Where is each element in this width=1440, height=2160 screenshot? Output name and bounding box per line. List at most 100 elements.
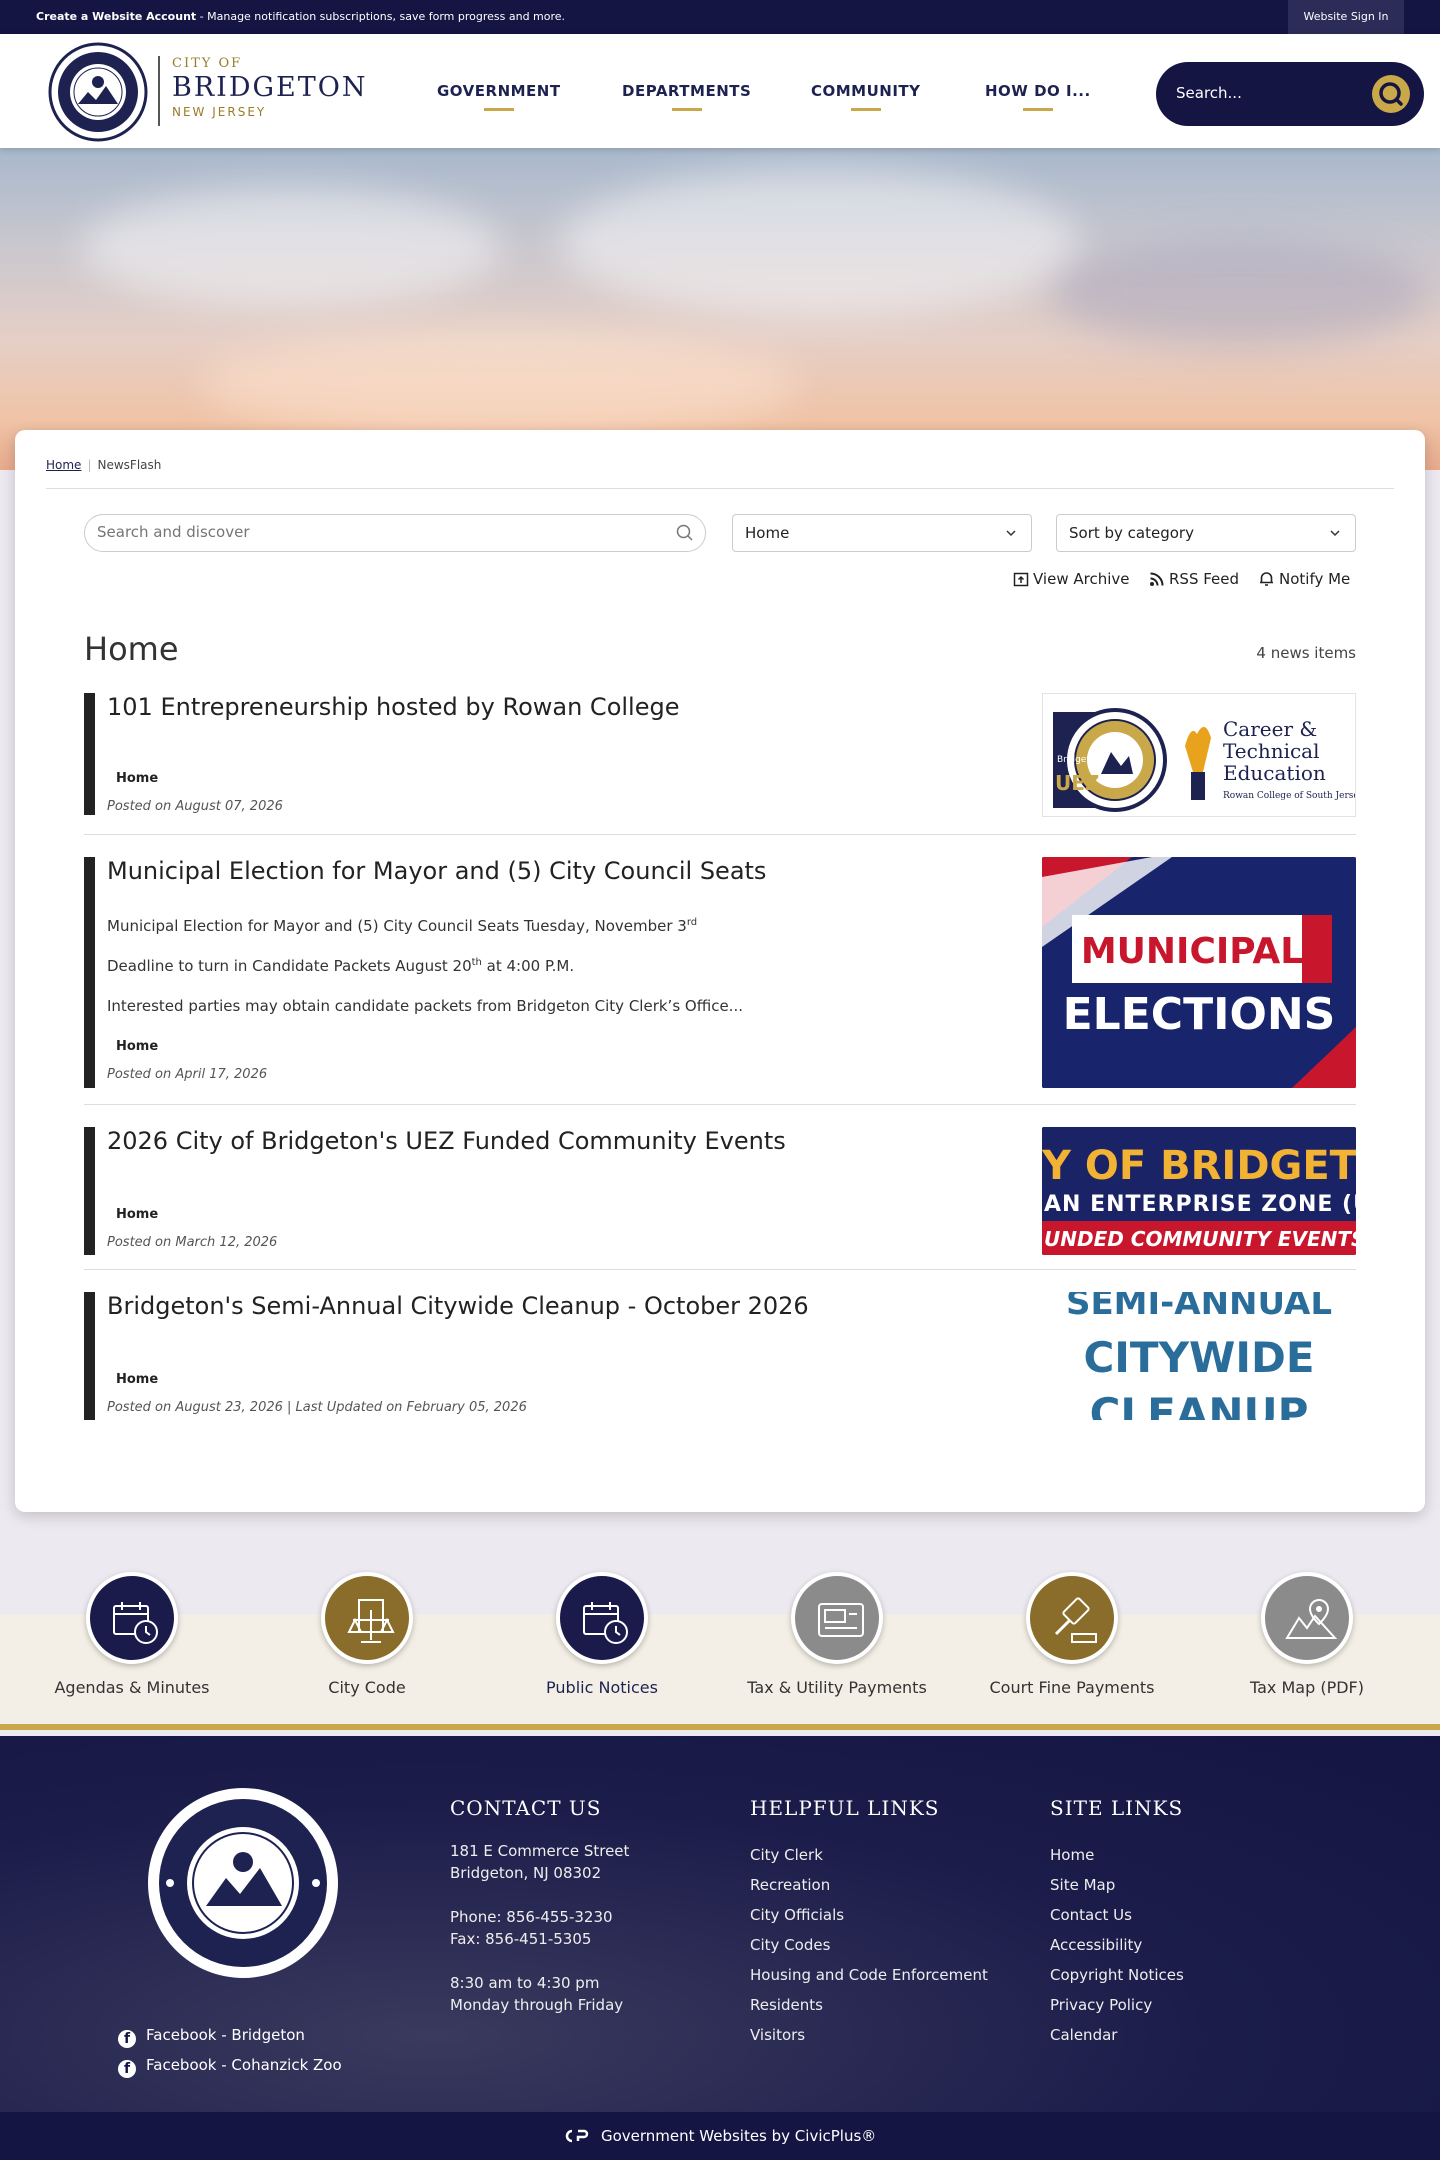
footer-link-city-officials[interactable]: City Officials (750, 1900, 988, 1930)
news-item: Municipal Election for Mayor and (5) Cit… (84, 857, 1356, 1105)
news-category: Home (116, 1372, 159, 1387)
site-search[interactable]: Search... (1156, 62, 1424, 126)
payment-card-icon (791, 1572, 883, 1664)
news-item: 101 Entrepreneurship hosted by Rowan Col… (84, 693, 1356, 835)
footer-link-privacy-policy[interactable]: Privacy Policy (1050, 1990, 1184, 2020)
category-select-value: Home (745, 524, 790, 542)
city-wordmark[interactable]: CITY OF BRIDGETON NEW JERSEY (158, 56, 368, 126)
nav-how-do-i[interactable]: HOW DO I... (985, 82, 1091, 111)
gavel-icon (1026, 1572, 1118, 1664)
scales-document-icon (321, 1572, 413, 1664)
news-thumbnail-uez-cte[interactable]: Bridgeton UEZ Career & Technical Educati… (1042, 693, 1356, 817)
item-accent-bar (84, 1292, 95, 1420)
rss-feed-link[interactable]: RSS Feed (1149, 570, 1239, 588)
news-thumbnail-uez-events[interactable]: Y OF BRIDGETO AN ENTERPRISE ZONE (U UNDE… (1042, 1127, 1356, 1255)
city-seal-logo[interactable] (48, 42, 148, 142)
quick-link-label: Court Fine Payments (989, 1678, 1155, 1697)
svg-text:Bridgeton: Bridgeton (1057, 755, 1101, 765)
nav-departments[interactable]: DEPARTMENTS (622, 82, 751, 111)
sort-select[interactable]: Sort by category (1056, 514, 1356, 552)
svg-text:MUNICIPAL: MUNICIPAL (1081, 931, 1303, 972)
news-item: 2026 City of Bridgeton's UEZ Funded Comm… (84, 1127, 1356, 1270)
sort-select-value: Sort by category (1069, 524, 1194, 542)
search-icon[interactable] (675, 523, 695, 543)
footer-fax: Fax: 856-451-5305 (450, 1930, 592, 1948)
quick-link-public-notices[interactable]: Public Notices (502, 1572, 702, 1697)
website-sign-in-button[interactable]: Website Sign In (1288, 0, 1404, 34)
quick-link-label: Tax Map (PDF) (1250, 1678, 1364, 1697)
breadcrumb-home-link[interactable]: Home (46, 458, 81, 472)
news-title-link[interactable]: Bridgeton's Semi-Annual Citywide Cleanup… (107, 1292, 809, 1320)
footer-contact-us: CONTACT US 181 E Commerce Street Bridget… (450, 1796, 629, 2016)
bell-icon (1260, 572, 1273, 586)
logo-city-of: CITY OF (172, 56, 243, 71)
news-category: Home (116, 1207, 159, 1222)
footer-link-site-map[interactable]: Site Map (1050, 1870, 1184, 1900)
rss-icon (1150, 572, 1164, 586)
footer-link-home[interactable]: Home (1050, 1840, 1184, 1870)
footer-link-residents[interactable]: Residents (750, 1990, 988, 2020)
news-title-link[interactable]: 101 Entrepreneurship hosted by Rowan Col… (107, 693, 679, 721)
quick-link-label: Public Notices (546, 1678, 658, 1697)
news-search-box[interactable] (84, 514, 706, 552)
chevron-down-icon (1330, 530, 1340, 537)
footer-link-copyright-notices[interactable]: Copyright Notices (1050, 1960, 1184, 1990)
section-title: Home (84, 630, 179, 668)
news-posted-date: Posted on August 07, 2026 (107, 799, 283, 814)
svg-text:AN ENTERPRISE ZONE (U: AN ENTERPRISE ZONE (U (1044, 1192, 1356, 1217)
facebook-icon: f (118, 2030, 136, 2048)
quick-link-label: City Code (328, 1678, 406, 1697)
civicplus-logo-icon (564, 2127, 595, 2145)
svg-text:UEZ: UEZ (1055, 771, 1099, 795)
footer-link-housing-code-enforcement[interactable]: Housing and Code Enforcement (750, 1960, 988, 1990)
quick-link-label: Tax & Utility Payments (747, 1678, 927, 1697)
footer-link-calendar[interactable]: Calendar (1050, 2020, 1184, 2050)
category-select[interactable]: Home (732, 514, 1032, 552)
quick-link-tax-map-pdf[interactable]: Tax Map (PDF) (1207, 1572, 1407, 1697)
svg-text:Y OF BRIDGETO: Y OF BRIDGETO (1042, 1143, 1356, 1189)
footer-link-recreation[interactable]: Recreation (750, 1870, 988, 1900)
footer-link-city-codes[interactable]: City Codes (750, 1930, 988, 1960)
nav-government[interactable]: GOVERNMENT (437, 82, 561, 111)
civicplus-credit-link[interactable]: Government Websites by CivicPlus® (601, 2127, 876, 2145)
news-thumbnail-municipal-elections[interactable]: MUNICIPAL ELECTIONS (1042, 857, 1356, 1088)
uez-events-banner-image: Y OF BRIDGETO AN ENTERPRISE ZONE (U UNDE… (1042, 1127, 1356, 1255)
footer-helpful-links: HELPFUL LINKS City Clerk Recreation City… (750, 1796, 988, 2050)
uez-cte-logo-image: Bridgeton UEZ Career & Technical Educati… (1053, 708, 1356, 812)
footer-address: 181 E Commerce Street (450, 1842, 630, 1860)
footer-link-accessibility[interactable]: Accessibility (1050, 1930, 1184, 1960)
news-thumbnail-citywide-cleanup[interactable]: SEMI-ANNUAL CITYWIDE CLEANUP (1042, 1292, 1356, 1420)
footer-link-visitors[interactable]: Visitors (750, 2020, 988, 2050)
news-category: Home (116, 771, 159, 786)
news-title-link[interactable]: Municipal Election for Mayor and (5) Cit… (107, 857, 766, 885)
facebook-cohanzick-zoo-link[interactable]: f Facebook - Cohanzick Zoo (118, 2056, 342, 2078)
quick-link-label: Agendas & Minutes (54, 1678, 210, 1697)
view-archive-link[interactable]: View Archive (1013, 570, 1130, 588)
footer-link-city-clerk[interactable]: City Clerk (750, 1840, 988, 1870)
quick-link-agendas-minutes[interactable]: Agendas & Minutes (32, 1572, 232, 1697)
svg-text:Rowan College of South Jersey: Rowan College of South Jersey (1223, 791, 1356, 801)
svg-text:ELECTIONS: ELECTIONS (1063, 989, 1336, 1040)
svg-text:Education: Education (1223, 761, 1326, 785)
news-title-link[interactable]: 2026 City of Bridgeton's UEZ Funded Comm… (107, 1127, 786, 1155)
quick-link-court-fine-payments[interactable]: Court Fine Payments (972, 1572, 1172, 1697)
create-account-link[interactable]: Create a Website Account - Manage notifi… (36, 10, 565, 23)
news-search-input[interactable] (97, 523, 657, 541)
chevron-down-icon (1006, 530, 1016, 537)
footer-link-contact-us[interactable]: Contact Us (1050, 1900, 1184, 1930)
svg-text:Career &: Career & (1223, 717, 1317, 741)
footer-heading: HELPFUL LINKS (750, 1796, 940, 1820)
search-button[interactable] (1372, 75, 1410, 113)
municipal-elections-image: MUNICIPAL ELECTIONS (1042, 857, 1356, 1088)
facebook-bridgeton-link[interactable]: f Facebook - Bridgeton (118, 2026, 305, 2048)
quick-link-city-code[interactable]: City Code (267, 1572, 467, 1697)
news-item: Bridgeton's Semi-Annual Citywide Cleanup… (84, 1292, 1356, 1420)
quick-link-tax-utility-payments[interactable]: Tax & Utility Payments (737, 1572, 937, 1697)
hero-sky-image (0, 148, 1440, 470)
notify-me-link[interactable]: Notify Me (1258, 570, 1350, 588)
site-search-input[interactable]: Search... (1176, 84, 1242, 102)
city-seal-footer-logo[interactable] (148, 1788, 338, 1978)
citywide-cleanup-image: SEMI-ANNUAL CITYWIDE CLEANUP (1042, 1292, 1356, 1420)
svg-text:SEMI-ANNUAL: SEMI-ANNUAL (1066, 1292, 1332, 1323)
nav-community[interactable]: COMMUNITY (811, 82, 921, 111)
